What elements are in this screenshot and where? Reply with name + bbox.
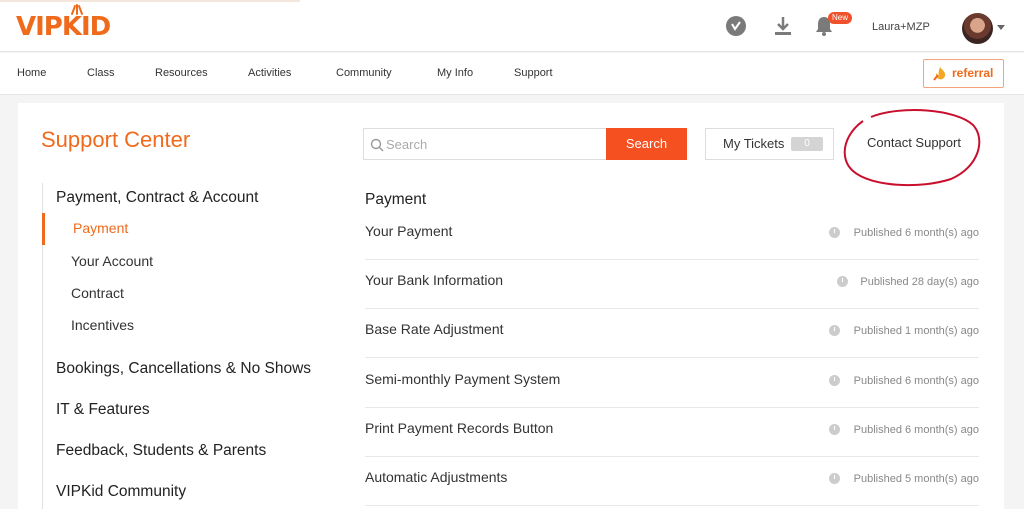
article-meta: Published 1 month(s) ago xyxy=(853,325,979,337)
category-sidebar: Payment, Contract & Account Payment Your… xyxy=(42,183,332,509)
article-row[interactable]: Your Payment Published 6 month(s) ago xyxy=(365,211,979,260)
article-row[interactable]: Base Rate Adjustment Published 1 month(s… xyxy=(365,309,979,358)
nav-support[interactable]: Support xyxy=(514,67,553,79)
clock-icon xyxy=(829,325,840,336)
username[interactable]: Laura+MZP xyxy=(872,21,930,33)
flame-icon xyxy=(933,67,946,81)
article-meta: Published 6 month(s) ago xyxy=(853,424,979,436)
sidebar-category-bookings[interactable]: Bookings, Cancellations & No Shows xyxy=(56,360,311,378)
search-input[interactable] xyxy=(386,129,601,159)
nav-class[interactable]: Class xyxy=(87,67,115,79)
sidebar-category-it-features[interactable]: IT & Features xyxy=(56,401,150,419)
sidebar-category-community[interactable]: VIPKid Community xyxy=(56,483,186,501)
article-meta: Published 6 month(s) ago xyxy=(853,227,979,239)
article-row[interactable]: Your Bank Information Published 28 day(s… xyxy=(365,260,979,309)
nav-resources[interactable]: Resources xyxy=(155,67,208,79)
sidebar-item-contract[interactable]: Contract xyxy=(71,285,124,301)
annotation-circle xyxy=(843,109,981,187)
top-header: VIPKID New Laura+MZP xyxy=(0,0,1024,52)
article-title[interactable]: Semi-monthly Payment System xyxy=(365,371,560,387)
article-title[interactable]: Your Payment xyxy=(365,223,452,239)
avatar[interactable] xyxy=(962,13,993,44)
active-indicator xyxy=(42,213,45,245)
clock-icon xyxy=(829,227,840,238)
article-title[interactable]: Your Bank Information xyxy=(365,272,503,288)
support-center-card: Support Center Search My Tickets 0 Conta… xyxy=(18,103,1004,509)
logo-text: VIPKID xyxy=(16,12,111,42)
header-accent-line xyxy=(0,0,300,2)
nav-activities[interactable]: Activities xyxy=(248,67,291,79)
nav-my-info[interactable]: My Info xyxy=(437,67,473,79)
vipkid-logo[interactable]: VIPKID xyxy=(16,4,111,42)
sidebar-item-incentives[interactable]: Incentives xyxy=(71,317,134,333)
clock-icon xyxy=(829,473,840,484)
nav-home[interactable]: Home xyxy=(17,67,46,79)
sidebar-item-your-account[interactable]: Your Account xyxy=(71,253,153,269)
clock-icon xyxy=(829,424,840,435)
clock-icon xyxy=(829,375,840,386)
clock-icon xyxy=(837,276,848,287)
main-nav: Home Class Resources Activities Communit… xyxy=(0,53,1024,95)
sidebar-category-feedback[interactable]: Feedback, Students & Parents xyxy=(56,442,266,460)
search-button[interactable]: Search xyxy=(606,128,687,160)
article-row[interactable]: Print Payment Records Button Published 6… xyxy=(365,408,979,457)
article-title[interactable]: Print Payment Records Button xyxy=(365,420,553,436)
nav-community[interactable]: Community xyxy=(336,67,392,79)
article-row[interactable]: Automatic Adjustments Published 5 month(… xyxy=(365,457,979,506)
article-title[interactable]: Automatic Adjustments xyxy=(365,469,507,485)
page-title: Support Center xyxy=(41,127,191,152)
article-meta: Published 5 month(s) ago xyxy=(853,473,979,485)
vip-badge-icon[interactable] xyxy=(724,14,748,38)
article-meta: Published 6 month(s) ago xyxy=(853,375,979,387)
article-meta: Published 28 day(s) ago xyxy=(860,276,979,288)
chevron-down-icon[interactable] xyxy=(997,25,1005,30)
article-title[interactable]: Base Rate Adjustment xyxy=(365,321,504,337)
logo-sparkle-icon xyxy=(71,4,83,15)
sidebar-item-payment[interactable]: Payment xyxy=(73,220,128,236)
section-title: Payment xyxy=(365,191,427,208)
sidebar-category-payment[interactable]: Payment, Contract & Account xyxy=(56,189,258,207)
my-tickets-button[interactable]: My Tickets 0 xyxy=(705,128,834,160)
referral-label: referral xyxy=(952,66,994,80)
notification-badge: New xyxy=(828,12,853,24)
my-tickets-label: My Tickets xyxy=(723,136,785,151)
download-icon[interactable] xyxy=(771,14,795,38)
article-row[interactable]: Semi-monthly Payment System Published 6 … xyxy=(365,359,979,408)
search-icon xyxy=(370,138,384,152)
tickets-count-badge: 0 xyxy=(791,137,823,151)
referral-button[interactable]: referral xyxy=(923,59,1004,88)
search-box xyxy=(363,128,606,160)
